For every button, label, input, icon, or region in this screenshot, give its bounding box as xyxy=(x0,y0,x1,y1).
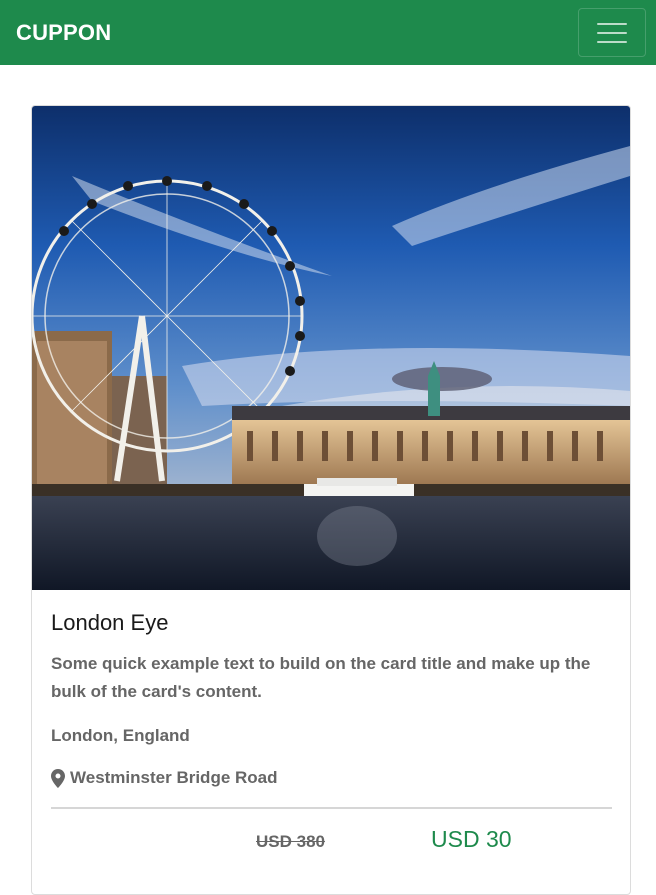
card-location: London, England xyxy=(51,726,190,745)
menu-toggle-button[interactable] xyxy=(578,8,646,57)
card-image xyxy=(32,106,630,590)
card-title: London Eye xyxy=(51,610,169,635)
card-address: Westminster Bridge Road xyxy=(51,768,611,788)
price-row: USD 380 USD 30 xyxy=(51,809,611,852)
card-body: London Eye Some quick example text to bu… xyxy=(32,610,630,852)
hamburger-line xyxy=(597,40,627,43)
top-navbar: CUPPON xyxy=(0,0,656,65)
card-description: Some quick example text to build on the … xyxy=(51,654,591,701)
hamburger-line xyxy=(597,22,627,25)
address-text: Westminster Bridge Road xyxy=(70,768,278,787)
brand-logo[interactable]: CUPPON xyxy=(16,20,111,46)
deal-card: London Eye Some quick example text to bu… xyxy=(31,105,631,895)
original-price: USD 380 xyxy=(256,832,325,851)
hamburger-line xyxy=(597,31,627,34)
discount-price: USD 30 xyxy=(431,826,512,852)
map-marker-icon xyxy=(51,768,65,788)
